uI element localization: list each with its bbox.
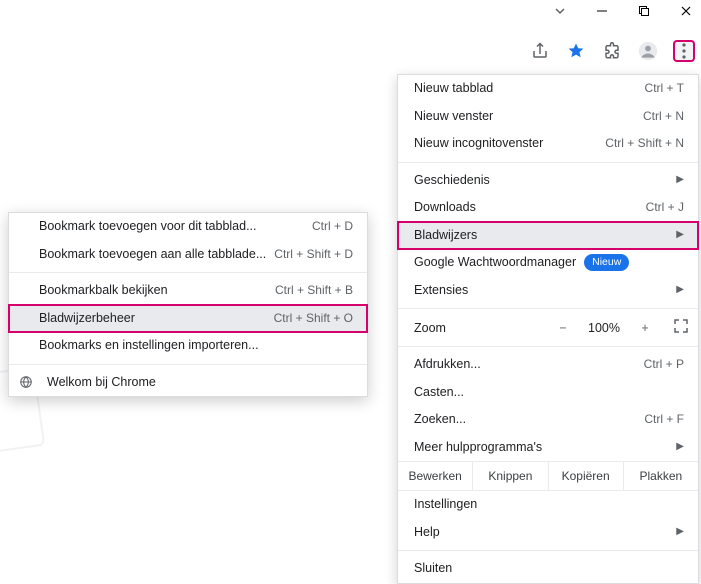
tab-dropdown-icon[interactable] bbox=[551, 2, 569, 20]
copy-button[interactable]: Kopiëren bbox=[548, 462, 623, 490]
toolbar bbox=[529, 40, 695, 62]
menu-edit-row: Bewerken Knippen Kopiëren Plakken bbox=[398, 461, 698, 491]
menu-item-new-window[interactable]: Nieuw venster Ctrl + N bbox=[398, 103, 698, 131]
submenu-item-bookmark-all-tabs[interactable]: Bookmark toevoegen aan alle tabblade... … bbox=[9, 241, 367, 269]
zoom-label: Zoom bbox=[414, 321, 446, 335]
submenu-caret-icon: ▶ bbox=[676, 525, 684, 539]
menu-item-label: Bookmark toevoegen voor dit tabblad... bbox=[39, 218, 257, 236]
menu-item-password-manager[interactable]: Google Wachtwoordmanager Nieuw bbox=[398, 249, 698, 277]
menu-item-label: Welkom bij Chrome bbox=[19, 374, 156, 392]
menu-item-print[interactable]: Afdrukken... Ctrl + P bbox=[398, 351, 698, 379]
menu-item-help[interactable]: Help ▶ bbox=[398, 519, 698, 547]
menu-zoom-row: Zoom − 100% + bbox=[398, 313, 698, 342]
submenu-caret-icon: ▶ bbox=[676, 173, 684, 187]
menu-item-label: Instellingen bbox=[414, 496, 477, 514]
menu-item-label: Bladwijzers bbox=[414, 227, 477, 245]
menu-separator bbox=[398, 346, 698, 347]
menu-item-shortcut: Ctrl + F bbox=[644, 411, 684, 428]
menu-item-exit[interactable]: Sluiten bbox=[398, 555, 698, 583]
submenu-caret-icon: ▶ bbox=[676, 228, 684, 242]
menu-item-shortcut: Ctrl + Shift + B bbox=[275, 282, 353, 299]
menu-item-find[interactable]: Zoeken... Ctrl + F bbox=[398, 406, 698, 434]
menu-item-label: Sluiten bbox=[414, 560, 452, 578]
menu-item-label: Downloads bbox=[414, 199, 476, 217]
menu-item-text: Welkom bij Chrome bbox=[47, 374, 156, 392]
edit-label: Bewerken bbox=[398, 462, 472, 490]
menu-item-label: Google Wachtwoordmanager Nieuw bbox=[414, 254, 629, 272]
submenu-item-show-bookmarkbar[interactable]: Bookmarkbalk bekijken Ctrl + Shift + B bbox=[9, 277, 367, 305]
profile-icon[interactable] bbox=[637, 40, 659, 62]
fullscreen-icon[interactable] bbox=[674, 319, 688, 336]
menu-item-label: Bladwijzerbeheer bbox=[39, 310, 135, 328]
submenu-item-bookmark-tab[interactable]: Bookmark toevoegen voor dit tabblad... C… bbox=[9, 213, 367, 241]
menu-item-shortcut: Ctrl + N bbox=[643, 108, 684, 125]
share-icon[interactable] bbox=[529, 40, 551, 62]
menu-item-shortcut: Ctrl + Shift + N bbox=[605, 135, 684, 152]
menu-item-history[interactable]: Geschiedenis ▶ bbox=[398, 167, 698, 195]
menu-item-downloads[interactable]: Downloads Ctrl + J bbox=[398, 194, 698, 222]
menu-item-label: Casten... bbox=[414, 384, 464, 402]
menu-item-shortcut: Ctrl + Shift + D bbox=[274, 246, 353, 263]
menu-item-label: Nieuw venster bbox=[414, 108, 493, 126]
menu-separator bbox=[398, 550, 698, 551]
menu-separator bbox=[398, 308, 698, 309]
extensions-icon[interactable] bbox=[601, 40, 623, 62]
maximize-icon[interactable] bbox=[635, 2, 653, 20]
menu-item-label: Bookmark toevoegen aan alle tabblade... bbox=[39, 246, 266, 264]
menu-item-label: Bookmarks en instellingen importeren... bbox=[39, 337, 259, 355]
menu-item-shortcut: Ctrl + Shift + O bbox=[274, 310, 353, 327]
paste-button[interactable]: Plakken bbox=[623, 462, 698, 490]
submenu-caret-icon: ▶ bbox=[676, 440, 684, 454]
menu-separator bbox=[9, 364, 367, 365]
menu-item-label: Help bbox=[414, 524, 440, 542]
menu-item-shortcut: Ctrl + P bbox=[644, 356, 684, 373]
menu-item-shortcut: Ctrl + D bbox=[312, 218, 353, 235]
menu-separator bbox=[398, 162, 698, 163]
new-badge: Nieuw bbox=[584, 254, 629, 271]
chrome-main-menu: Nieuw tabblad Ctrl + T Nieuw venster Ctr… bbox=[397, 74, 699, 584]
menu-item-new-tab[interactable]: Nieuw tabblad Ctrl + T bbox=[398, 75, 698, 103]
bookmark-star-icon[interactable] bbox=[565, 40, 587, 62]
menu-item-settings[interactable]: Instellingen bbox=[398, 491, 698, 519]
menu-item-label: Meer hulpprogramma's bbox=[414, 439, 542, 457]
menu-item-label: Bookmarkbalk bekijken bbox=[39, 282, 168, 300]
chrome-menu-button[interactable] bbox=[673, 40, 695, 62]
menu-item-label: Extensies bbox=[414, 282, 468, 300]
menu-item-label: Afdrukken... bbox=[414, 356, 481, 374]
menu-item-label: Nieuw incognitovenster bbox=[414, 135, 543, 153]
minimize-icon[interactable] bbox=[593, 2, 611, 20]
cut-button[interactable]: Knippen bbox=[472, 462, 547, 490]
bookmarks-submenu: Bookmark toevoegen voor dit tabblad... C… bbox=[8, 212, 368, 397]
menu-item-more-tools[interactable]: Meer hulpprogramma's ▶ bbox=[398, 434, 698, 462]
zoom-in-button[interactable]: + bbox=[634, 321, 656, 335]
menu-item-label: Geschiedenis bbox=[414, 172, 490, 190]
menu-item-new-incognito[interactable]: Nieuw incognitovenster Ctrl + Shift + N bbox=[398, 130, 698, 158]
menu-item-text: Google Wachtwoordmanager bbox=[414, 254, 576, 272]
submenu-item-bookmark-manager[interactable]: Bladwijzerbeheer Ctrl + Shift + O bbox=[9, 305, 367, 333]
zoom-value: 100% bbox=[582, 321, 626, 335]
zoom-out-button[interactable]: − bbox=[552, 321, 574, 335]
window-controls bbox=[551, 2, 695, 20]
submenu-item-import-bookmarks[interactable]: Bookmarks en instellingen importeren... bbox=[9, 332, 367, 360]
menu-item-label: Zoeken... bbox=[414, 411, 466, 429]
menu-item-cast[interactable]: Casten... bbox=[398, 379, 698, 407]
menu-item-label: Nieuw tabblad bbox=[414, 80, 493, 98]
close-icon[interactable] bbox=[677, 2, 695, 20]
submenu-item-welcome-chrome[interactable]: Welkom bij Chrome bbox=[9, 369, 367, 397]
globe-icon bbox=[19, 375, 33, 389]
menu-item-bookmarks[interactable]: Bladwijzers ▶ bbox=[398, 222, 698, 250]
menu-item-shortcut: Ctrl + T bbox=[645, 80, 684, 97]
menu-item-extensions[interactable]: Extensies ▶ bbox=[398, 277, 698, 305]
submenu-caret-icon: ▶ bbox=[676, 283, 684, 297]
menu-separator bbox=[9, 272, 367, 273]
menu-item-shortcut: Ctrl + J bbox=[646, 199, 684, 216]
